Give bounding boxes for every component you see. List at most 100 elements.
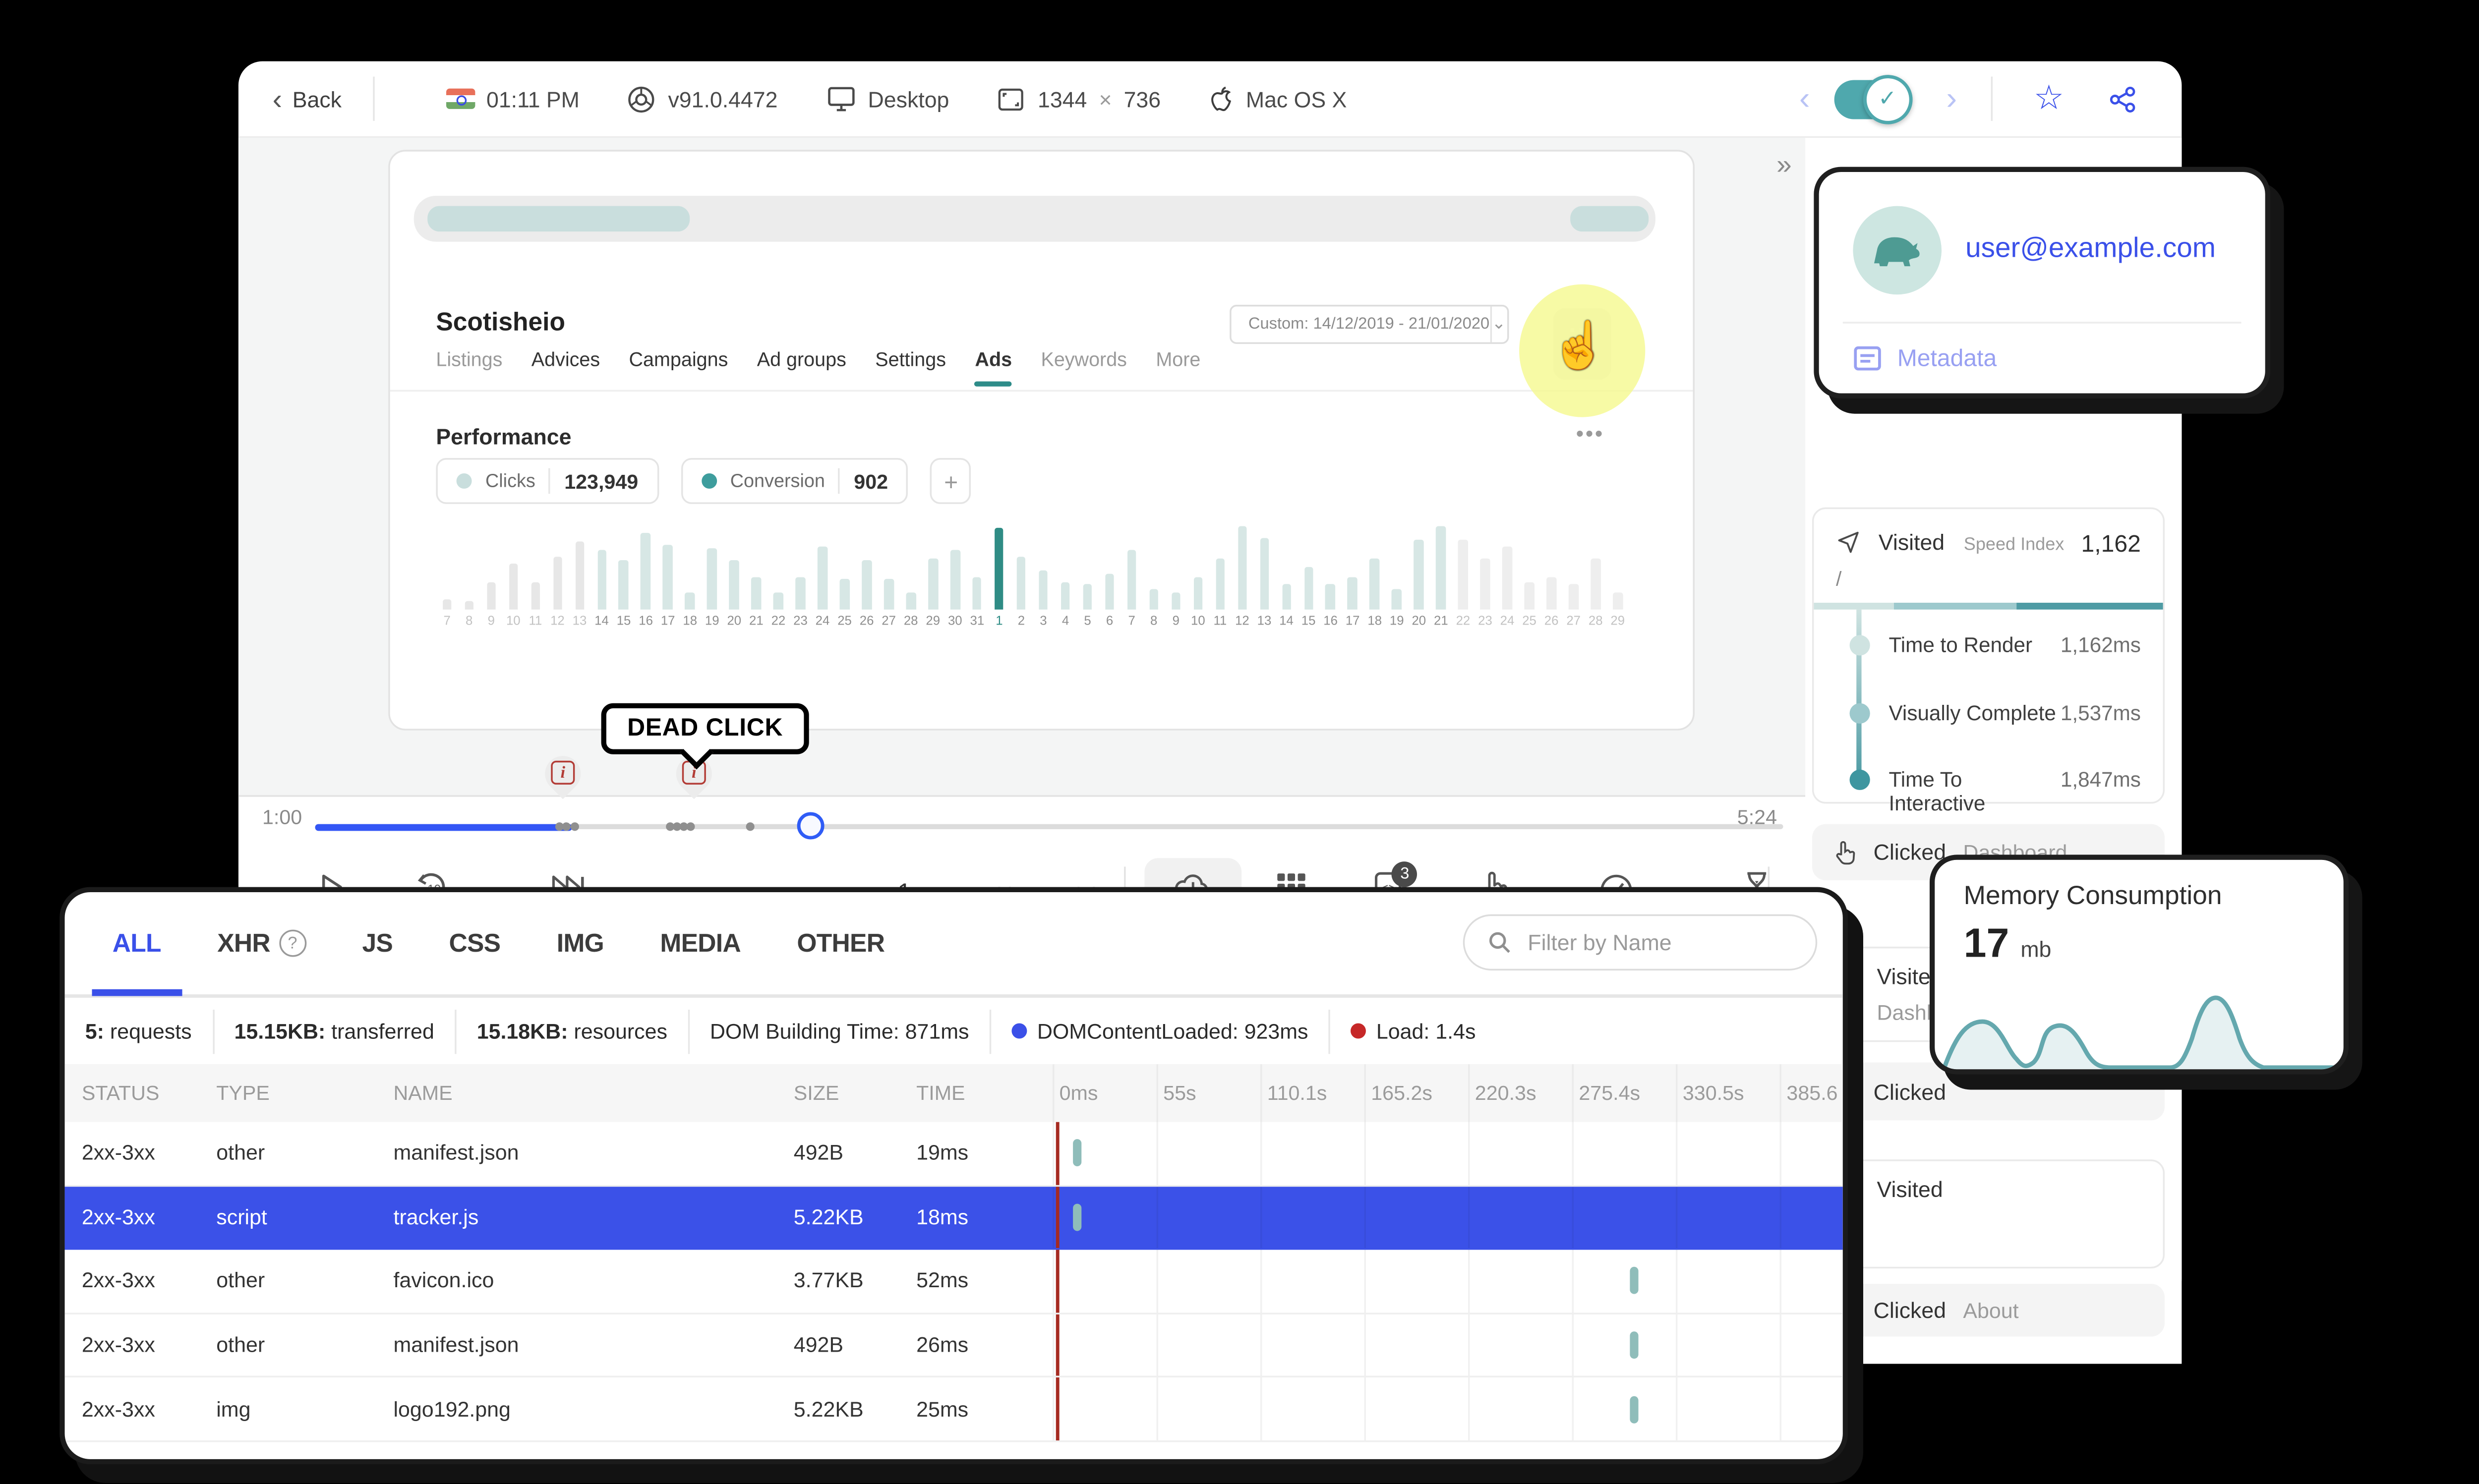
cell-time: 18ms [916,1205,969,1229]
column-header-status[interactable]: STATUS [65,1081,199,1105]
site-tab-ads[interactable]: Ads [975,351,1012,387]
autoplay-toggle[interactable]: ✓ [1833,74,1912,124]
site-tab-campaigns[interactable]: Campaigns [629,351,728,371]
network-panel: ALL XHR ? JS CSS IMG MEDIA OTHER Filter by Nam… [59,887,1848,1465]
site-tab-listings[interactable]: Listings [436,351,502,371]
chart-bar: 23 [1474,504,1496,627]
column-header-time[interactable]: TIME [899,1081,1053,1105]
cell-time: 52ms [916,1269,969,1293]
metric-value: 1,162ms [2060,633,2141,657]
network-tab-img[interactable]: IMG [557,929,604,958]
metric-row: Time To Interactive 1,847ms [1889,768,2141,815]
chart-bar: 10 [1187,504,1209,627]
clicked-event-card[interactable]: Clicked About [1812,1284,2165,1337]
waterfall-tick: 275.4s [1579,1081,1641,1105]
metric-label: Time to Render [1889,633,2033,657]
chart-bar: 16 [635,504,657,627]
visited-event-card[interactable]: Visited Speed Index 1,162 / Time to Rend… [1812,507,2165,815]
back-button[interactable]: ‹ Back [273,84,342,113]
metadata-link[interactable]: Metadata [1853,344,1997,371]
visited-path: / [1836,567,1842,591]
network-stat: DOMContentLoaded: 923ms [991,1009,1331,1053]
chart-bar: 22 [1452,504,1475,627]
site-tab-ad-groups[interactable]: Ad groups [757,351,846,371]
chart-bar: 27 [878,504,900,627]
network-request-row[interactable]: 2xx-3xx other manifest.json 492B 26ms [64,1314,1843,1378]
cell-name: manifest.json [393,1141,519,1165]
chart-bar: 19 [701,504,723,627]
event-subtitle: About [1963,1298,2019,1322]
add-metric-button[interactable]: + [930,458,972,504]
network-tab-css[interactable]: CSS [449,929,501,958]
cell-type: other [216,1333,265,1358]
status-color-dot [1011,1023,1027,1039]
network-stat: DOM Building Time: 871ms [690,1009,992,1053]
timeline-event-dot[interactable] [562,822,571,831]
visited-event-card[interactable]: Visited [1812,1159,2165,1269]
user-email[interactable]: user@example.com [1965,233,2216,266]
network-request-row[interactable]: 2xx-3xx script tracker.js 5.22KB 18ms [64,1186,1843,1251]
divider [549,468,551,494]
metric-chip-conversion[interactable]: Conversion 902 [681,458,909,504]
network-tab-xhr[interactable]: XHR ? [217,929,306,958]
network-request-row[interactable]: 2xx-3xx other favicon.ico 3.77KB 52ms [64,1250,1843,1314]
help-icon[interactable]: ? [279,929,306,957]
resolution-x: × [1099,86,1112,112]
prev-session-button[interactable]: ‹ [1799,83,1810,115]
site-tab-advices[interactable]: Advices [531,351,600,371]
share-icon[interactable] [2109,84,2137,113]
chart-bar: 19 [1386,504,1408,627]
divider [1842,322,2242,324]
user-card: user@example.com Metadata [1814,167,2270,399]
series-color-dot [456,473,472,489]
next-session-button[interactable]: › [1946,83,1957,115]
network-stat: 15.18KB: resources [456,1009,690,1053]
request-timing-bar [1630,1267,1639,1295]
timeline-playhead[interactable] [797,812,825,840]
replay-viewport: » Scotisheio Listings Advices Campaigns Ad … [238,138,1806,797]
chart-bar: 31 [966,504,989,627]
network-table-rows: 2xx-3xx other manifest.json 492B 19ms 2x… [64,1122,1843,1459]
cell-status: 2xx-3xx [81,1397,155,1422]
timeline-event-dot[interactable] [570,822,579,831]
column-header-type[interactable]: TYPE [199,1081,376,1105]
memory-value: 17 mb [1963,921,2052,968]
date-range-select[interactable]: Custom: 14/12/2019 - 21/01/2020 ⌄ [1230,304,1509,344]
site-tab-more[interactable]: More [1156,351,1200,371]
chart-bar: 21 [745,504,767,627]
event-title: Visited [1878,529,1945,555]
network-tab-media[interactable]: MEDIA [660,929,741,958]
network-tab-all[interactable]: ALL [92,929,180,995]
favorite-star-icon[interactable]: ☆ [2034,82,2065,116]
memory-unit: mb [2020,936,2052,962]
column-header-size[interactable]: SIZE [776,1081,899,1105]
column-header-name[interactable]: NAME [376,1081,776,1105]
divider [1991,76,1993,121]
filter-input[interactable]: Filter by Name [1463,914,1818,971]
speed-bar-segment [1814,603,1894,610]
more-options-icon[interactable]: ••• [1576,420,1604,446]
network-tab-other[interactable]: OTHER [797,929,885,958]
cell-size: 3.77KB [793,1269,864,1293]
chart-bar: 7 [436,504,458,627]
timeline-event-dot[interactable] [686,822,695,831]
cell-type: script [216,1205,267,1229]
site-tab-settings[interactable]: Settings [875,351,946,371]
timeline-event-dot[interactable] [746,822,755,831]
network-tab-js[interactable]: JS [362,929,393,958]
chart-bar: 26 [856,504,878,627]
waterfall-tick: 330.5s [1682,1081,1744,1105]
network-request-row[interactable]: 2xx-3xx other manifest.json 492B 19ms [64,1122,1843,1186]
chart-bar: 8 [1143,504,1165,627]
site-tab-keywords[interactable]: Keywords [1041,351,1126,371]
event-title: Clicked [1873,1297,1947,1323]
network-request-row[interactable]: 2xx-3xx img logo192.png 5.22KB 25ms [64,1378,1843,1442]
collapse-panel-icon[interactable]: » [1776,152,1792,182]
chart-bar: 8 [458,504,480,627]
avatar [1853,206,1942,295]
timeline-progress [315,823,573,830]
chip-value: 902 [854,469,888,493]
metric-chip-clicks[interactable]: Clicks 123,949 [436,458,659,504]
waterfall-tick: 0ms [1059,1081,1098,1105]
cell-size: 492B [793,1333,844,1358]
